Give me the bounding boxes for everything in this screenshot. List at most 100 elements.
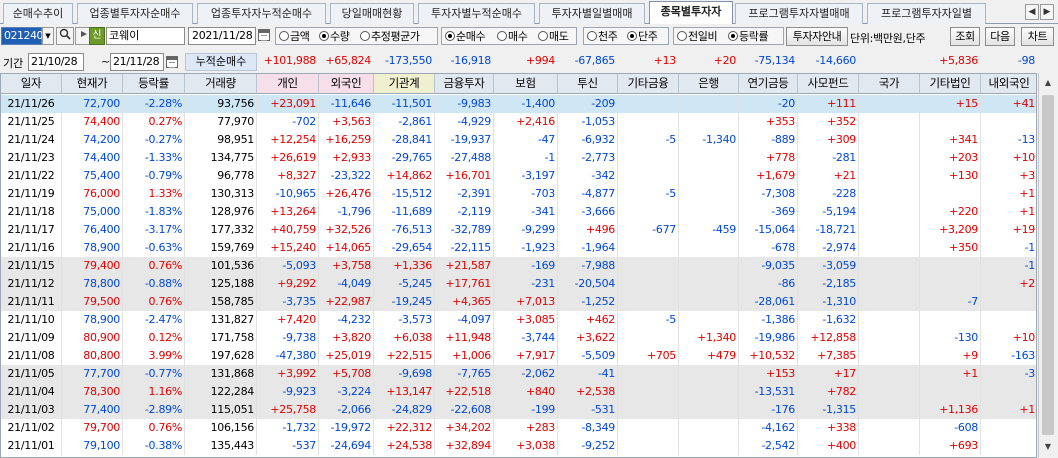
- column-header[interactable]: 국가: [859, 74, 920, 94]
- table-row[interactable]: 21/11/17 76,400 -3.17% 177,332 +40,759 +32,52…: [1, 221, 1036, 239]
- column-header[interactable]: 기타법인: [920, 74, 981, 94]
- column-header[interactable]: 기관계: [374, 74, 435, 94]
- table-cell: +22,518: [435, 383, 494, 401]
- calendar-icon[interactable]: [258, 29, 270, 41]
- table-cell: -9,698: [374, 365, 435, 383]
- radio-circle[interactable]: [360, 31, 370, 41]
- column-header[interactable]: 투신: [558, 74, 618, 94]
- tab-0[interactable]: 순매수추이: [3, 3, 73, 24]
- stock-name-field[interactable]: 코웨이: [106, 27, 185, 45]
- tab-1[interactable]: 업종별투자자순매수: [77, 3, 193, 24]
- radio-circle[interactable]: [538, 31, 548, 41]
- compare_radios-option-1[interactable]: 등락률: [728, 30, 769, 43]
- tab-4[interactable]: 투자자별누적순매수: [418, 3, 535, 24]
- table-row[interactable]: 21/11/05 77,700 -0.77% 131,868 +3,992 +5,708-…: [1, 365, 1036, 383]
- radio-circle[interactable]: [319, 31, 329, 41]
- column-header[interactable]: 내외국인: [981, 74, 1036, 94]
- table-row[interactable]: 21/11/25 74,400 0.27% 77,970 -702 +3,563 -2,86…: [1, 113, 1036, 131]
- tab-8[interactable]: 프로그램투자자일별: [867, 3, 986, 24]
- table-row[interactable]: 21/11/23 74,400 -1.33% 134,775 +26,619 +2,933…: [1, 149, 1036, 167]
- stock-code-input[interactable]: 021240: [1, 27, 44, 45]
- vertical-scrollbar[interactable]: ▲ ▼: [1038, 73, 1057, 458]
- radio-circle[interactable]: [497, 31, 507, 41]
- unit_radios-option-0[interactable]: 금액: [279, 30, 310, 43]
- table-row[interactable]: 21/11/09 80,900 0.12% 171,758 -9,738 +3,820 +6…: [1, 329, 1036, 347]
- radio-circle[interactable]: [279, 31, 289, 41]
- column-header[interactable]: 개인: [257, 74, 319, 94]
- radio-circle[interactable]: [728, 31, 738, 41]
- column-header[interactable]: 거래량: [185, 74, 257, 94]
- scroll-down-arrow[interactable]: ▼: [1040, 439, 1056, 455]
- table-row[interactable]: 21/11/04 78,300 1.16% 122,284 -9,923 -3,224 +1…: [1, 383, 1036, 401]
- radio-circle[interactable]: [627, 31, 637, 41]
- scroll-up-arrow[interactable]: ▲: [1040, 75, 1056, 91]
- search-icon[interactable]: [56, 27, 74, 45]
- end-date-input[interactable]: 21/11/28: [110, 53, 164, 71]
- column-header[interactable]: 현재가: [62, 74, 123, 94]
- table-row[interactable]: 21/11/02 79,700 0.76% 106,156 -1,732 -19,972 +…: [1, 419, 1036, 437]
- scroll-thumb[interactable]: [1042, 95, 1054, 435]
- tab-3[interactable]: 당일매매현황: [330, 3, 414, 24]
- column-header[interactable]: 연기금등: [739, 74, 798, 94]
- table-row[interactable]: 21/11/03 77,400 -2.89% 115,051 +25,758 -2,066…: [1, 401, 1036, 419]
- table-row[interactable]: 21/11/16 78,900 -0.63% 159,769 +15,240 +14,06…: [1, 239, 1036, 257]
- table-cell: -15,064: [739, 221, 798, 239]
- table-row[interactable]: 21/11/22 75,400 -0.79% 96,778 +8,327 -23,322 +…: [1, 167, 1036, 185]
- share_radios-option-1[interactable]: 단주: [627, 30, 658, 43]
- share_radios-option-0[interactable]: 천주: [587, 30, 618, 43]
- table-row[interactable]: 21/11/19 76,000 1.33% 130,313 -10,965 +26,476…: [1, 185, 1036, 203]
- chevron-down-icon[interactable]: ▼: [42, 27, 54, 45]
- calendar-icon[interactable]: [166, 56, 178, 68]
- unit_radios-option-1[interactable]: 수량: [319, 30, 350, 43]
- table-row[interactable]: 21/11/10 78,900 -2.47% 131,827 +7,420 -4,232-…: [1, 311, 1036, 329]
- compare_radios-option-0[interactable]: 전일비: [677, 30, 718, 43]
- trade_radios-option-1[interactable]: 매수: [497, 30, 528, 43]
- date-input[interactable]: 2021/11/28: [188, 27, 256, 45]
- column-header[interactable]: 일자: [1, 74, 62, 94]
- table-row[interactable]: 21/11/18 75,000 -1.83% 128,976 +13,264 -1,796…: [1, 203, 1036, 221]
- table-cell: -5: [618, 311, 679, 329]
- table-row[interactable]: 21/11/01 79,100 -0.38% 135,443 -537 -24,694 +2…: [1, 437, 1036, 455]
- new-listing-badge[interactable]: 신: [89, 27, 105, 45]
- table-cell: -28,841: [374, 131, 435, 149]
- tab-6[interactable]: 종목별투자자: [649, 1, 733, 25]
- column-header[interactable]: 외국인: [319, 74, 374, 94]
- trade_radios-option-2[interactable]: 매도: [538, 30, 569, 43]
- tab-5[interactable]: 투자자별일별매매: [539, 3, 645, 24]
- radio-circle[interactable]: [445, 31, 455, 41]
- unit_radios-option-2[interactable]: 추정평균가: [360, 30, 420, 43]
- next-button[interactable]: 다음: [985, 27, 1015, 46]
- table-cell: 135,443: [185, 437, 257, 455]
- table-cell: [981, 293, 1036, 311]
- table-cell: [859, 275, 920, 293]
- table-row[interactable]: 21/11/08 80,800 3.99% 197,628 -47,380 +25,019…: [1, 347, 1036, 365]
- column-header[interactable]: 사모펀드: [798, 74, 859, 94]
- chart-button[interactable]: 차트: [1021, 27, 1054, 46]
- column-header[interactable]: 보험: [494, 74, 558, 94]
- table-row[interactable]: 21/11/12 78,800 -0.88% 125,188 +9,292 -4,049-…: [1, 275, 1036, 293]
- column-header[interactable]: 금융투자: [435, 74, 494, 94]
- table-row[interactable]: 21/11/26 72,700 -2.28% 93,756 +23,091 -11,646…: [1, 95, 1036, 113]
- tab-7[interactable]: 프로그램투자자별매매: [735, 3, 863, 24]
- radio-circle[interactable]: [587, 31, 597, 41]
- tab-prev-button[interactable]: ◀: [1025, 4, 1039, 20]
- table-cell: 79,700: [62, 419, 123, 437]
- column-header[interactable]: 등락률: [123, 74, 185, 94]
- radio-circle[interactable]: [677, 31, 687, 41]
- start-date-input[interactable]: 21/10/28: [28, 53, 84, 71]
- table-row[interactable]: 21/11/11 79,500 0.76% 158,785 -3,735 +22,987-…: [1, 293, 1036, 311]
- column-header[interactable]: 은행: [679, 74, 739, 94]
- table-cell: 21/11/18: [1, 203, 62, 221]
- investor-info-button[interactable]: 투자자안내: [786, 27, 848, 46]
- table-row[interactable]: 21/11/15 79,400 0.76% 101,536 -5,093 +3,758 +1…: [1, 257, 1036, 275]
- table-row[interactable]: 21/11/24 74,200 -0.27% 98,951 +12,254 +16,259…: [1, 131, 1036, 149]
- trade_radios-option-0[interactable]: 순매수: [445, 30, 486, 43]
- query-button[interactable]: 조회: [950, 27, 980, 46]
- table-cell: +203: [920, 149, 981, 167]
- table-cell: 79,100: [62, 437, 123, 455]
- tab-2[interactable]: 업종투자자누적순매수: [197, 3, 326, 24]
- column-header[interactable]: 기타금융: [618, 74, 679, 94]
- tab-next-button[interactable]: ▶: [1040, 4, 1054, 20]
- table-cell: +130: [920, 167, 981, 185]
- table-cell: 80,900: [62, 329, 123, 347]
